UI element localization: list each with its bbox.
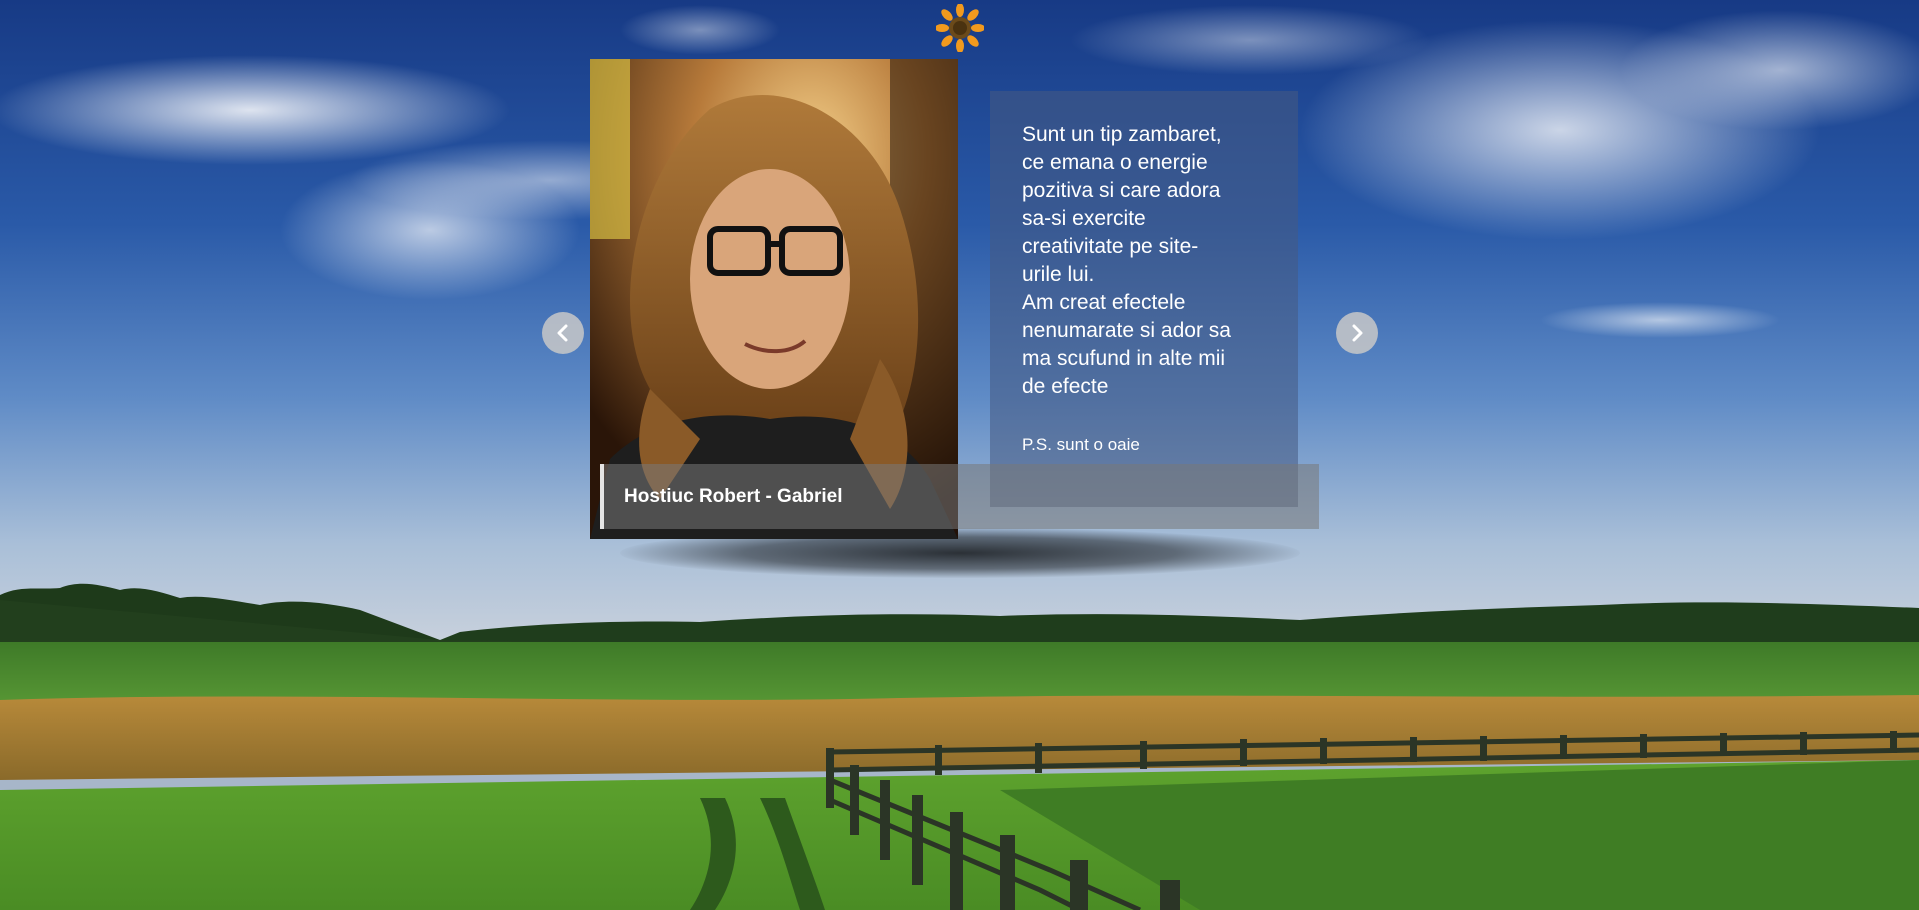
previous-slide-button[interactable] xyxy=(542,312,584,354)
chevron-right-icon xyxy=(1352,324,1363,342)
landscape-background: Sunt un tip zambaret, ce emana o energie… xyxy=(0,0,1919,910)
chevron-left-icon xyxy=(557,324,568,342)
next-slide-button[interactable] xyxy=(1336,312,1378,354)
profile-name: Hostiuc Robert - Gabriel xyxy=(624,485,843,507)
landscape-scenery xyxy=(0,0,1919,910)
bio-text: Sunt un tip zambaret, ce emana o energie… xyxy=(1022,123,1231,398)
bio-panel: Sunt un tip zambaret, ce emana o energie… xyxy=(990,91,1298,507)
sunflower-icon xyxy=(936,4,984,52)
bio-postscript: P.S. sunt o oaie xyxy=(1022,435,1140,454)
name-caption-bar: Hostiuc Robert - Gabriel xyxy=(600,464,1319,529)
